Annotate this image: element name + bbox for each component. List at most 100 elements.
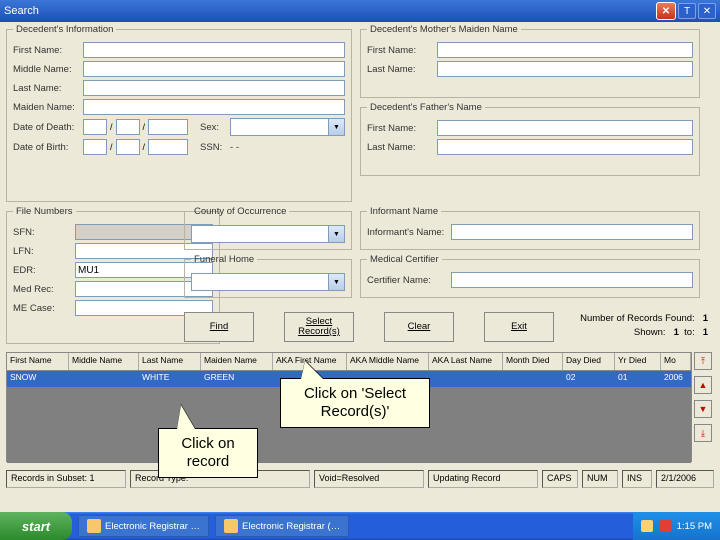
last-name-label: Last Name: <box>13 83 83 94</box>
middle-name-input[interactable] <box>83 61 345 77</box>
taskbar-app-1[interactable]: Electronic Registrar … <box>78 515 209 537</box>
status-subset: Records in Subset: 1 <box>6 470 126 488</box>
grid-cell: 2006 <box>661 371 691 387</box>
dod-mm[interactable] <box>83 119 107 135</box>
grid-col-header[interactable]: Yr Died <box>615 353 661 370</box>
clear-button[interactable]: Clear <box>384 312 454 342</box>
middle-name-label: Middle Name: <box>13 64 83 75</box>
father-first-label: First Name: <box>367 123 437 134</box>
ssn-sep: - - <box>230 142 239 153</box>
grid-col-header[interactable]: AKA Last Name <box>429 353 503 370</box>
grid-col-header[interactable]: First Name <box>7 353 69 370</box>
funeral-combo[interactable]: ▼ <box>191 273 345 291</box>
status-caps: CAPS <box>542 470 578 488</box>
first-name-label: First Name: <box>13 45 83 56</box>
taskbar: start Electronic Registrar … Electronic … <box>0 512 720 540</box>
dob-mm[interactable] <box>83 139 107 155</box>
taskbar-app-2[interactable]: Electronic Registrar (… <box>215 515 349 537</box>
tray-icon[interactable] <box>641 520 653 532</box>
certifier-input[interactable] <box>451 272 693 288</box>
app-icon <box>224 519 238 533</box>
callout-click-record: Click on record <box>158 428 258 478</box>
mother-first-input[interactable] <box>437 42 693 58</box>
system-tray: 1:15 PM <box>633 512 720 540</box>
status-bar: Records in Subset: 1 Record Type: Void=R… <box>6 470 714 488</box>
status-date: 2/1/2006 <box>656 470 714 488</box>
maiden-name-label: Maiden Name: <box>13 102 83 113</box>
maiden-name-input[interactable] <box>83 99 345 115</box>
mother-first-label: First Name: <box>367 45 437 56</box>
grid-cell <box>503 371 563 387</box>
grid-cell <box>429 371 503 387</box>
decedent-info-group: Decedent's Information First Name: Middl… <box>6 24 352 202</box>
informant-input[interactable] <box>451 224 693 240</box>
exit-button[interactable]: Exit <box>484 312 554 342</box>
grid-col-header[interactable]: Maiden Name <box>201 353 273 370</box>
grid-scroll-buttons: ⤒ ▲ ▼ ⤓ <box>694 352 712 442</box>
callout-select-records: Click on 'Select Record(s)' <box>280 378 430 428</box>
grid-cell: 02 <box>563 371 615 387</box>
first-name-input[interactable] <box>83 42 345 58</box>
scroll-up-button[interactable]: ▲ <box>694 376 712 394</box>
status-ins: INS <box>622 470 652 488</box>
medrec-label: Med Rec: <box>13 284 75 295</box>
aux-button-1[interactable]: T <box>678 3 696 19</box>
filenum-legend: File Numbers <box>13 206 76 217</box>
medical-legend: Medical Certifier <box>367 254 442 265</box>
stats: Number of Records Found:1 Shown:1 to:1 <box>580 310 708 341</box>
funeral-legend: Funeral Home <box>191 254 257 265</box>
mother-last-input[interactable] <box>437 61 693 77</box>
sex-label: Sex: <box>200 122 230 133</box>
grid-cell: GREEN <box>201 371 273 387</box>
grid-col-header[interactable]: Middle Name <box>69 353 139 370</box>
dob-dd[interactable] <box>116 139 140 155</box>
scroll-bottom-button[interactable]: ⤓ <box>694 424 712 442</box>
last-name-input[interactable] <box>83 80 345 96</box>
sfn-label: SFN: <box>13 227 75 238</box>
certifier-label: Certifier Name: <box>367 275 451 286</box>
start-button[interactable]: start <box>0 512 72 540</box>
father-last-label: Last Name: <box>367 142 437 153</box>
edr-label: EDR: <box>13 265 75 276</box>
dob-yyyy[interactable] <box>148 139 188 155</box>
grid-col-header[interactable]: Month Died <box>503 353 563 370</box>
dod-dd[interactable] <box>116 119 140 135</box>
decedent-legend: Decedent's Information <box>13 24 116 35</box>
grid-col-header[interactable]: Last Name <box>139 353 201 370</box>
grid-col-header[interactable]: Day Died <box>563 353 615 370</box>
chevron-down-icon: ▼ <box>328 119 344 135</box>
grid-header: First NameMiddle NameLast NameMaiden Nam… <box>7 353 691 371</box>
county-legend: County of Occurrence <box>191 206 289 217</box>
grid-cell: SNOW <box>7 371 69 387</box>
lfn-label: LFN: <box>13 246 75 257</box>
informant-label: Informant's Name: <box>367 227 451 238</box>
sex-combo[interactable]: ▼ <box>230 118 345 136</box>
scroll-top-button[interactable]: ⤒ <box>694 352 712 370</box>
action-buttons: Find Select Record(s) Clear Exit <box>184 312 554 342</box>
father-last-input[interactable] <box>437 139 693 155</box>
chevron-down-icon: ▼ <box>328 274 344 290</box>
select-records-button[interactable]: Select Record(s) <box>284 312 354 342</box>
titlebar: Search ✕ T ✕ <box>0 0 720 22</box>
chevron-down-icon: ▼ <box>328 226 344 242</box>
scroll-down-button[interactable]: ▼ <box>694 400 712 418</box>
close-button[interactable]: ✕ <box>656 2 676 20</box>
grid-col-header[interactable]: Mo <box>661 353 691 370</box>
tray-icon[interactable] <box>659 520 671 532</box>
mother-legend: Decedent's Mother's Maiden Name <box>367 24 521 35</box>
informant-group: Informant Name Informant's Name: <box>360 206 700 250</box>
find-button[interactable]: Find <box>184 312 254 342</box>
grid-col-header[interactable]: AKA Middle Name <box>347 353 429 370</box>
app-icon <box>87 519 101 533</box>
dob-label: Date of Birth: <box>13 142 83 153</box>
mecase-label: ME Case: <box>13 303 75 314</box>
aux-button-2[interactable]: ✕ <box>698 3 716 19</box>
funeral-group: Funeral Home ▼ <box>184 254 352 298</box>
mother-last-label: Last Name: <box>367 64 437 75</box>
county-combo[interactable]: ▼ <box>191 225 345 243</box>
dod-yyyy[interactable] <box>148 119 188 135</box>
dod-label: Date of Death: <box>13 122 83 133</box>
father-legend: Decedent's Father's Name <box>367 102 485 113</box>
grid-cell: WHITE <box>139 371 201 387</box>
father-first-input[interactable] <box>437 120 693 136</box>
